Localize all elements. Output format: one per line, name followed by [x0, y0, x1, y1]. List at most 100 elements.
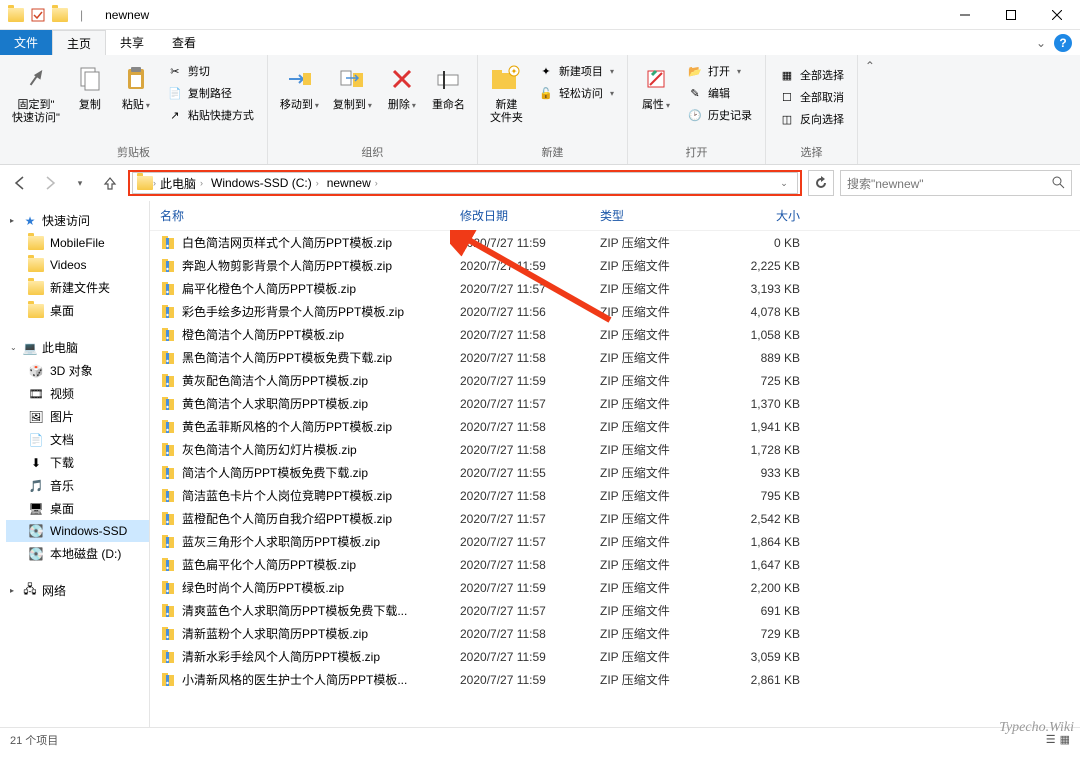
forward-button[interactable] [38, 171, 62, 195]
file-row[interactable]: 蓝色扁平化个人简历PPT模板.zip2020/7/27 11:58ZIP 压缩文… [150, 553, 1080, 576]
close-button[interactable] [1034, 0, 1080, 30]
col-type[interactable]: 类型 [600, 207, 720, 224]
copy-button[interactable]: 复制 [68, 59, 112, 139]
file-row[interactable]: 小清新风格的医生护士个人简历PPT模板...2020/7/27 11:59ZIP… [150, 668, 1080, 691]
recent-dropdown[interactable]: ▾ [68, 171, 92, 195]
file-row[interactable]: 灰色简洁个人简历幻灯片模板.zip2020/7/27 11:58ZIP 压缩文件… [150, 438, 1080, 461]
file-row[interactable]: 简洁个人简历PPT模板免费下载.zip2020/7/27 11:55ZIP 压缩… [150, 461, 1080, 484]
file-date: 2020/7/27 11:58 [460, 328, 600, 342]
tree-item[interactable]: 🎞视频 [6, 382, 149, 405]
breadcrumb-item[interactable]: 此电脑› [156, 175, 207, 192]
select-all-button[interactable]: ▦全部选择 [774, 65, 849, 85]
rename-button[interactable]: 重命名 [426, 59, 471, 139]
file-date: 2020/7/27 11:58 [460, 443, 600, 457]
file-row[interactable]: 白色简洁网页样式个人简历PPT模板.zip2020/7/27 11:59ZIP … [150, 231, 1080, 254]
easy-access-button[interactable]: 🔓轻松访问▾ [533, 83, 619, 103]
file-row[interactable]: 绿色时尚个人简历PPT模板.zip2020/7/27 11:59ZIP 压缩文件… [150, 576, 1080, 599]
pin-to-quick-access-button[interactable]: 固定到" 快速访问" [6, 59, 66, 139]
file-type: ZIP 压缩文件 [600, 464, 720, 481]
select-none-button[interactable]: ☐全部取消 [774, 87, 849, 107]
file-row[interactable]: 黑色简洁个人简历PPT模板免费下载.zip2020/7/27 11:58ZIP … [150, 346, 1080, 369]
tab-view[interactable]: 查看 [158, 30, 210, 55]
file-type: ZIP 压缩文件 [600, 579, 720, 596]
file-row[interactable]: 清新蓝粉个人求职简历PPT模板.zip2020/7/27 11:58ZIP 压缩… [150, 622, 1080, 645]
navigation-tree[interactable]: ▸★快速访问 MobileFileVideos新建文件夹桌面 ⌄💻此电脑 🎲3D… [0, 201, 150, 727]
up-button[interactable] [98, 171, 122, 195]
file-row[interactable]: 清新水彩手绘风个人简历PPT模板.zip2020/7/27 11:59ZIP 压… [150, 645, 1080, 668]
file-name: 黄色简洁个人求职简历PPT模板.zip [182, 395, 368, 412]
tree-item[interactable]: 💽Windows-SSD [6, 520, 149, 542]
file-row[interactable]: 彩色手绘多边形背景个人简历PPT模板.zip2020/7/27 11:56ZIP… [150, 300, 1080, 323]
breadcrumb-item[interactable]: Windows-SSD (C:)› [207, 176, 323, 190]
tree-item[interactable]: 新建文件夹 [6, 276, 149, 299]
file-row[interactable]: 黄色简洁个人求职简历PPT模板.zip2020/7/27 11:57ZIP 压缩… [150, 392, 1080, 415]
cut-button[interactable]: ✂剪切 [162, 61, 259, 81]
tree-item[interactable]: 桌面 [6, 299, 149, 322]
col-name[interactable]: 名称 [160, 207, 460, 224]
properties-button[interactable]: 属性▾ [634, 59, 678, 139]
copy-path-button[interactable]: 📄复制路径 [162, 83, 259, 103]
file-type: ZIP 压缩文件 [600, 648, 720, 665]
tree-item[interactable]: 🖼图片 [6, 405, 149, 428]
back-button[interactable] [8, 171, 32, 195]
file-row[interactable]: 简洁蓝色卡片个人岗位竞聘PPT模板.zip2020/7/27 11:58ZIP … [150, 484, 1080, 507]
breadcrumb-item[interactable]: newnew› [323, 176, 382, 190]
tree-item[interactable]: Videos [6, 254, 149, 276]
tab-home[interactable]: 主页 [52, 30, 106, 55]
address-dropdown[interactable]: ⌄ [775, 178, 793, 189]
file-row[interactable]: 清爽蓝色个人求职简历PPT模板免费下载...2020/7/27 11:57ZIP… [150, 599, 1080, 622]
tree-item[interactable]: ⬇下载 [6, 451, 149, 474]
minimize-button[interactable] [942, 0, 988, 30]
invert-selection-button[interactable]: ◫反向选择 [774, 109, 849, 129]
history-button[interactable]: 🕑历史记录 [682, 105, 757, 125]
address-bar[interactable]: › 此电脑› Windows-SSD (C:)› newnew› ⌄ [132, 172, 798, 194]
file-date: 2020/7/27 11:57 [460, 535, 600, 549]
tree-this-pc[interactable]: ⌄💻此电脑 [6, 336, 149, 359]
zip-icon [160, 442, 176, 458]
file-row[interactable]: 蓝橙配色个人简历自我介绍PPT模板.zip2020/7/27 11:57ZIP … [150, 507, 1080, 530]
new-item-button[interactable]: ✦新建项目▾ [533, 61, 619, 81]
delete-button[interactable]: 删除▾ [380, 59, 424, 139]
file-row[interactable]: 蓝灰三角形个人求职简历PPT模板.zip2020/7/27 11:57ZIP 压… [150, 530, 1080, 553]
tree-item[interactable]: 🖥桌面 [6, 497, 149, 520]
tab-share[interactable]: 共享 [106, 30, 158, 55]
col-size[interactable]: 大小 [720, 207, 800, 224]
paste-button[interactable]: 粘贴▾ [114, 59, 158, 139]
tree-item[interactable]: 📄文档 [6, 428, 149, 451]
column-headers[interactable]: 名称 修改日期 类型 大小 [150, 201, 1080, 231]
tree-network[interactable]: ▸🖧网络 [6, 579, 149, 602]
col-date[interactable]: 修改日期 [460, 207, 600, 224]
tree-item[interactable]: 🎵音乐 [6, 474, 149, 497]
file-row[interactable]: 奔跑人物剪影背景个人简历PPT模板.zip2020/7/27 11:59ZIP … [150, 254, 1080, 277]
tree-item[interactable]: MobileFile [6, 232, 149, 254]
tree-item[interactable]: 💽本地磁盘 (D:) [6, 542, 149, 565]
ribbon-minimize-icon[interactable]: ⌃ [858, 55, 882, 164]
open-icon: 📂 [687, 63, 703, 79]
maximize-button[interactable] [988, 0, 1034, 30]
file-size: 1,728 KB [720, 443, 800, 457]
file-type: ZIP 压缩文件 [600, 280, 720, 297]
tree-item[interactable]: 🎲3D 对象 [6, 359, 149, 382]
file-date: 2020/7/27 11:58 [460, 351, 600, 365]
new-folder-button[interactable]: ✦新建 文件夹 [484, 59, 529, 139]
move-to-button[interactable]: 移动到▾ [274, 59, 325, 139]
edit-button[interactable]: ✎编辑 [682, 83, 757, 103]
refresh-button[interactable] [808, 170, 834, 196]
file-row[interactable]: 黄色孟菲斯风格的个人简历PPT模板.zip2020/7/27 11:58ZIP … [150, 415, 1080, 438]
file-name: 灰色简洁个人简历幻灯片模板.zip [182, 441, 357, 458]
file-row[interactable]: 黄灰配色简洁个人简历PPT模板.zip2020/7/27 11:59ZIP 压缩… [150, 369, 1080, 392]
file-row[interactable]: 橙色简洁个人简历PPT模板.zip2020/7/27 11:58ZIP 压缩文件… [150, 323, 1080, 346]
copy-to-button[interactable]: 复制到▾ [327, 59, 378, 139]
ribbon-chevron-icon[interactable]: ⌄ [1036, 36, 1046, 50]
watermark: Typecho.Wiki [999, 720, 1074, 736]
search-input[interactable]: 搜索"newnew" [840, 170, 1072, 196]
file-row[interactable]: 扁平化橙色个人简历PPT模板.zip2020/7/27 11:57ZIP 压缩文… [150, 277, 1080, 300]
help-icon[interactable]: ? [1054, 34, 1072, 52]
folder-icon [52, 7, 68, 23]
tab-file[interactable]: 文件 [0, 30, 52, 55]
checkbox-icon[interactable] [30, 7, 46, 23]
paste-shortcut-button[interactable]: ↗粘贴快捷方式 [162, 105, 259, 125]
item-count: 21 个项目 [10, 732, 58, 748]
tree-quick-access[interactable]: ▸★快速访问 [6, 209, 149, 232]
open-button[interactable]: 📂打开▾ [682, 61, 757, 81]
